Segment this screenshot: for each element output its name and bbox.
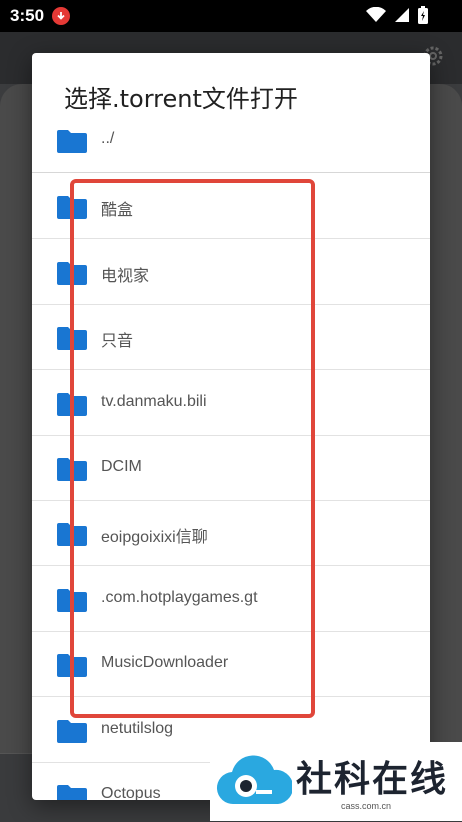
status-time: 3:50 xyxy=(10,6,45,25)
app-notification-icon xyxy=(52,7,71,25)
watermark-subtext: cass.com.cn xyxy=(341,801,392,811)
list-item-label: netutilslog xyxy=(101,720,174,737)
wifi-icon xyxy=(366,7,386,22)
watermark: 社科在线 cass.com.cn xyxy=(210,742,462,821)
list-item-label: ../ xyxy=(101,130,115,147)
folder-icon xyxy=(57,720,87,743)
folder-icon xyxy=(57,785,87,800)
folder-icon xyxy=(57,130,87,153)
watermark-text: 社科在线 xyxy=(296,759,449,800)
status-bar: 3:50 xyxy=(0,0,462,32)
signal-icon xyxy=(395,8,409,22)
highlight-box xyxy=(70,179,315,718)
cloud-logo-icon xyxy=(217,755,292,805)
list-item-parent[interactable]: ../ xyxy=(32,108,430,173)
list-item-label: Octopus xyxy=(101,785,161,800)
battery-icon xyxy=(418,6,428,24)
